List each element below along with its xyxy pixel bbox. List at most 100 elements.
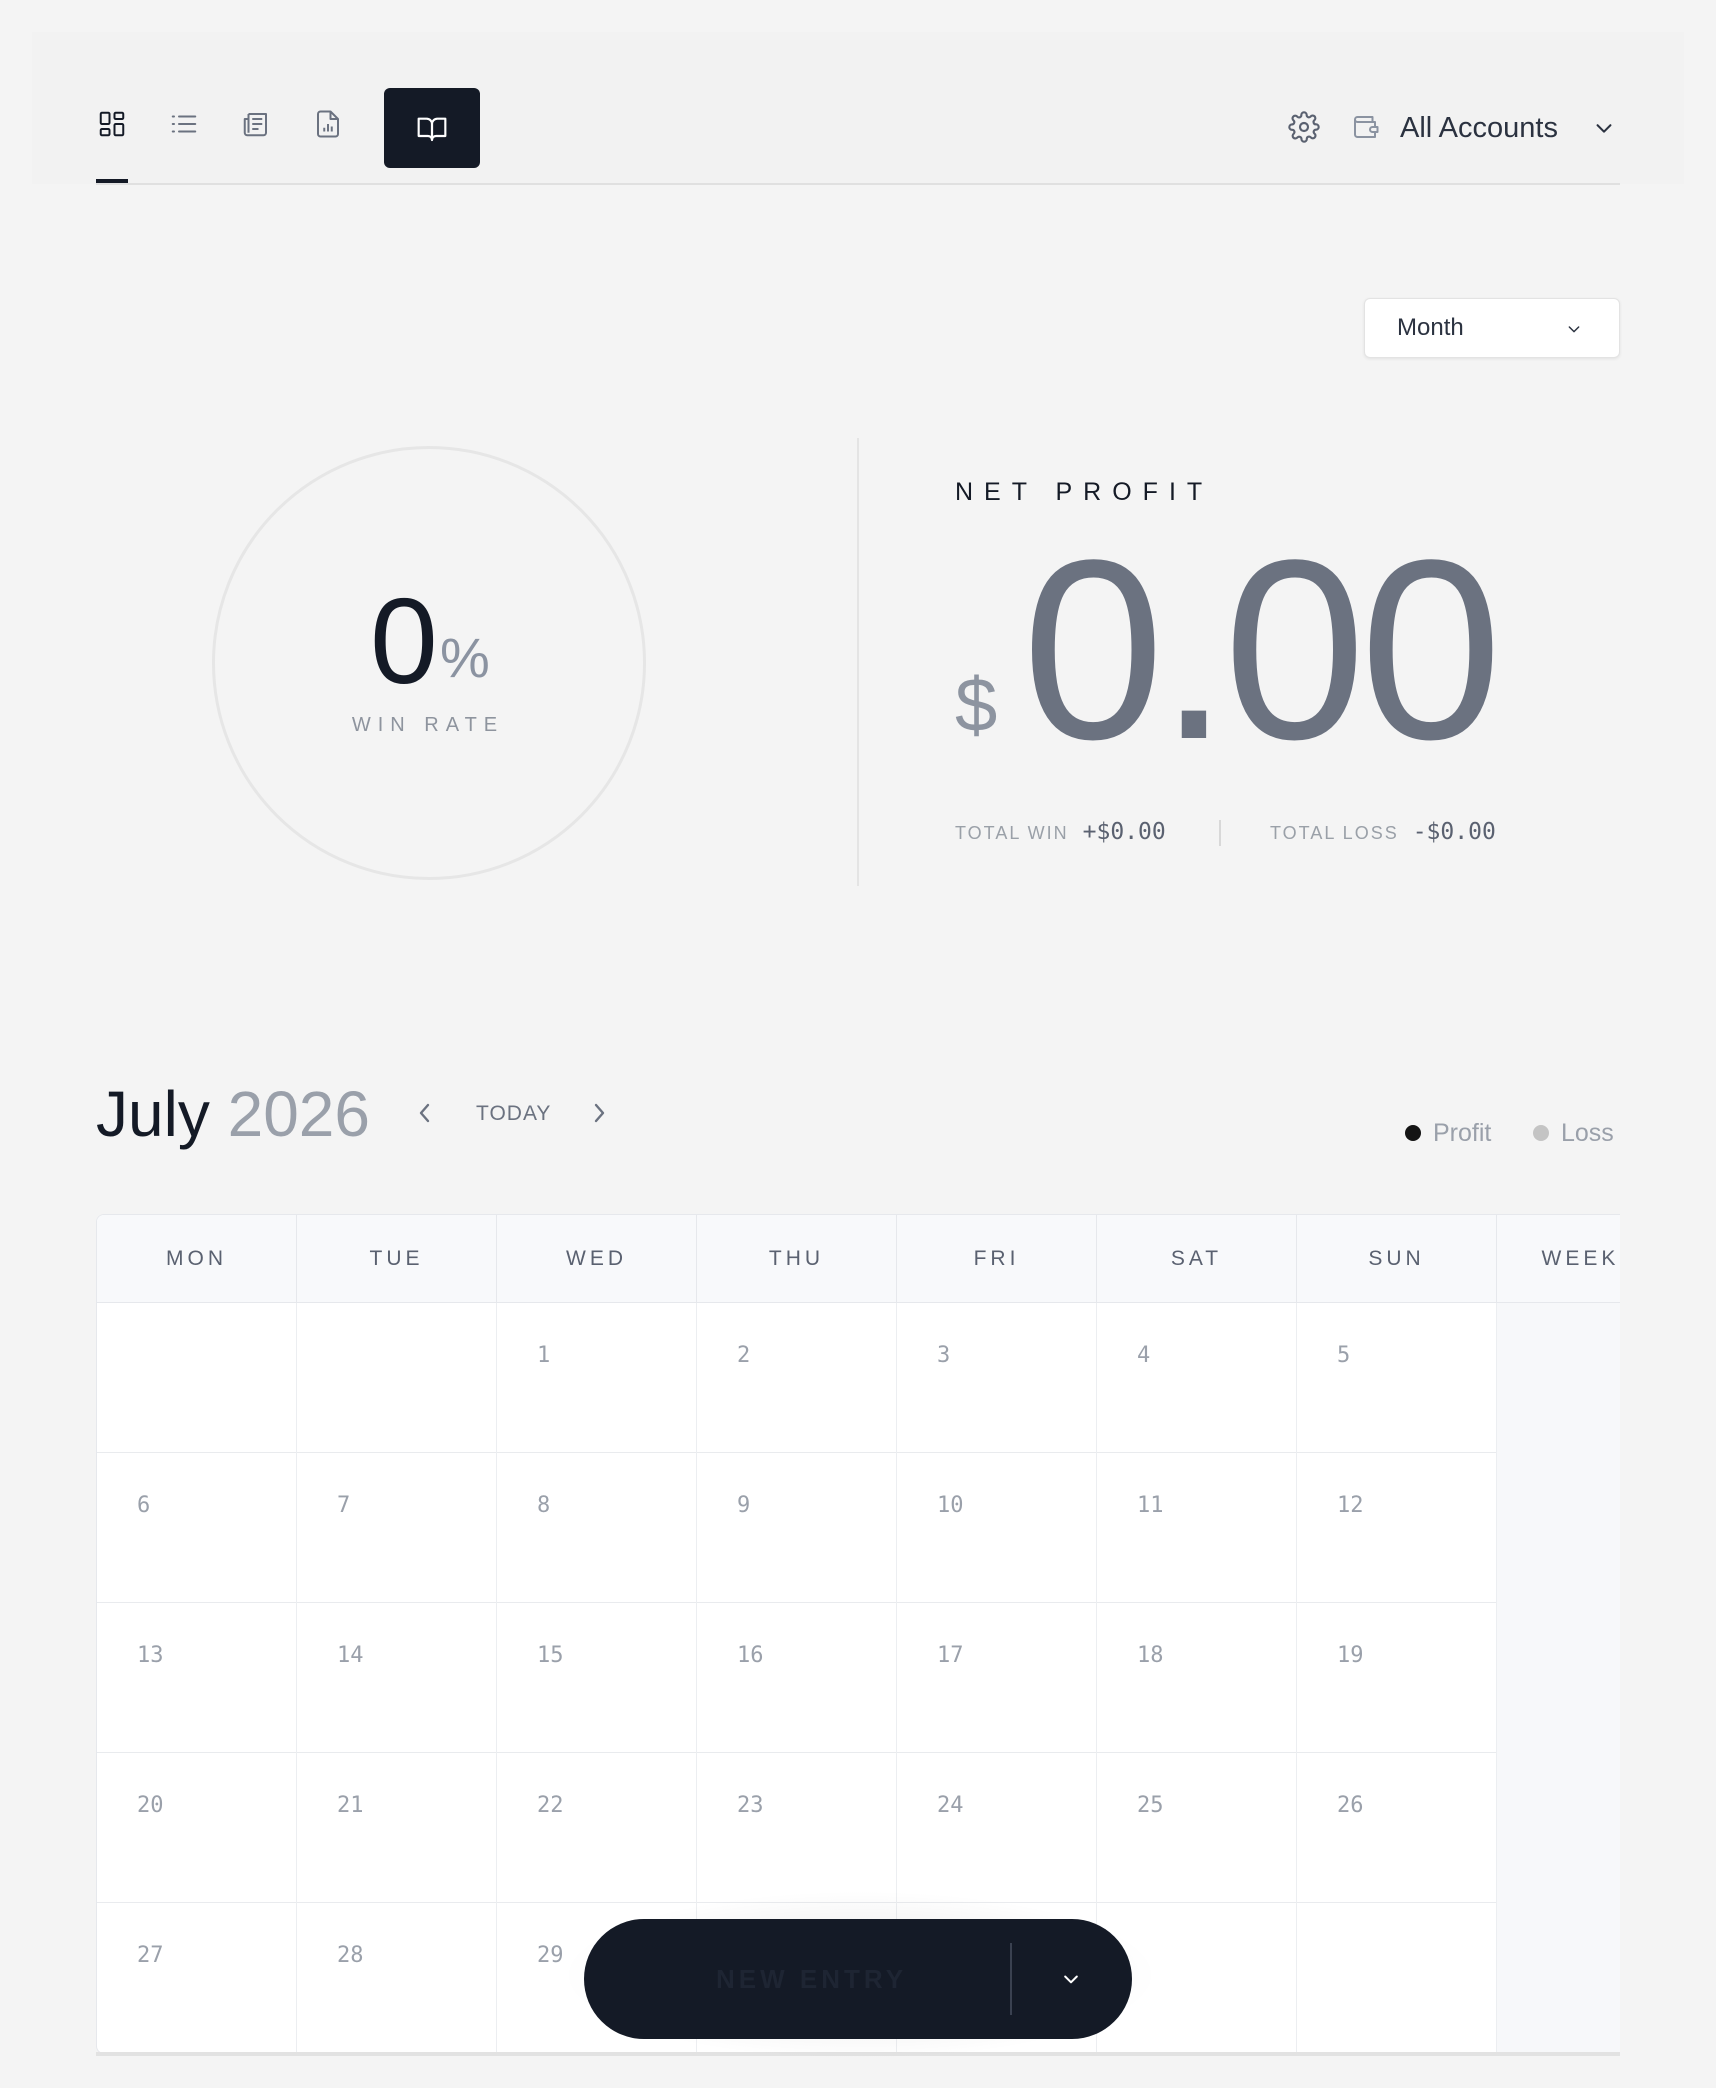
calendar-week-row: 13 14 15 16 17 18 19 [97,1603,1620,1753]
account-selector[interactable]: All Accounts [1400,110,1558,146]
net-profit-value: 0.00 [1022,507,1502,793]
legend-loss: Loss [1533,1118,1614,1148]
calendar-day-cell[interactable]: 1 [497,1303,697,1453]
calendar-day-cell[interactable] [97,1303,297,1453]
calendar-day-number: 4 [1137,1343,1151,1368]
legend-profit-label: Profit [1433,1119,1492,1147]
calendar-day-cell[interactable]: 24 [897,1753,1097,1903]
calendar-day-cell[interactable]: 2 [697,1303,897,1453]
win-rate-unit: % [440,626,490,689]
calendar-day-cell[interactable]: 17 [897,1603,1097,1753]
calendar-day-cell[interactable] [297,1303,497,1453]
chevron-right-icon[interactable] [590,1100,610,1126]
total-loss-label: TOTAL LOSS [1270,823,1399,843]
calendar-day-number: 19 [1337,1643,1364,1668]
net-profit-currency: $ [955,663,998,748]
calendar-day-number: 24 [937,1793,964,1818]
report-chart-icon[interactable] [312,107,344,141]
newspaper-icon[interactable] [240,107,272,141]
calendar-day-number: 6 [137,1493,151,1518]
calendar-day-number: 1 [537,1343,551,1368]
calendar-day-number: 8 [537,1493,551,1518]
calendar-day-cell[interactable]: 4 [1097,1303,1297,1453]
calendar-day-number: 11 [1137,1493,1164,1518]
calendar-day-number: 21 [337,1793,364,1818]
win-rate-label: WIN RATE [351,714,505,736]
calendar-day-number: 16 [737,1643,764,1668]
calendar-day-cell[interactable]: 19 [1297,1603,1497,1753]
calendar-year: 2026 [227,1078,370,1150]
new-entry-button[interactable]: NEW ENTRY [584,1919,1132,2039]
calendar-week-row: 20 21 22 23 24 25 26 [97,1753,1620,1903]
chevron-left-icon[interactable] [414,1100,434,1126]
today-button[interactable]: TODAY [476,1100,551,1128]
calendar-day-cell[interactable]: 7 [297,1453,497,1603]
calendar-day-cell[interactable]: 11 [1097,1453,1297,1603]
calendar-day-cell[interactable]: 16 [697,1603,897,1753]
fab-divider [1010,1943,1012,2015]
top-navigation-bar [32,32,1684,184]
weekday-header: TUE [297,1215,497,1303]
calendar-header-row: MON TUE WED THU FRI SAT SUN WEEKLY [97,1215,1620,1303]
calendar-day-cell[interactable]: 21 [297,1753,497,1903]
calendar-day-cell[interactable] [1297,1903,1497,2053]
calendar-title: July 2026 [96,1078,370,1150]
weekly-header: WEEKLY [1497,1215,1620,1303]
calendar-day-cell[interactable]: 28 [297,1903,497,2053]
calendar-day-cell[interactable]: 14 [297,1603,497,1753]
chevron-down-icon[interactable] [1592,117,1616,139]
weekday-header: MON [97,1215,297,1303]
calendar-day-number: 23 [737,1793,764,1818]
calendar-day-number: 5 [1337,1343,1351,1368]
calendar-day-cell[interactable]: 12 [1297,1453,1497,1603]
calendar-day-cell[interactable]: 3 [897,1303,1097,1453]
calendar-day-cell[interactable]: 18 [1097,1603,1297,1753]
weekly-summary-cell [1497,1303,1620,1453]
dashboard-grid-icon[interactable] [96,107,128,141]
calendar-day-number: 26 [1337,1793,1364,1818]
net-profit-title: NET PROFIT [955,478,1214,506]
calendar-day-cell[interactable]: 6 [97,1453,297,1603]
calendar-day-cell[interactable]: 22 [497,1753,697,1903]
calendar-day-number: 2 [737,1343,751,1368]
win-rate-value: 0 [370,573,438,709]
new-entry-label: NEW ENTRY [716,1964,908,1994]
chevron-down-icon[interactable] [1060,1969,1082,1989]
period-select[interactable]: Month [1364,298,1620,358]
summary-divider [857,438,859,886]
calendar-day-cell[interactable]: 15 [497,1603,697,1753]
totals-separator [1219,820,1221,846]
calendar-day-cell[interactable]: 20 [97,1753,297,1903]
calendar-day-number: 7 [337,1493,351,1518]
total-loss: TOTAL LOSS -$0.00 [1270,818,1496,849]
legend-loss-label: Loss [1561,1119,1614,1147]
journal-button[interactable] [384,88,480,168]
calendar-month: July [96,1078,210,1150]
list-icon[interactable] [168,107,200,141]
weekday-header: WED [497,1215,697,1303]
calendar-day-cell[interactable]: 23 [697,1753,897,1903]
chevron-down-icon [1568,326,1580,333]
calendar-day-cell[interactable]: 27 [97,1903,297,2053]
nav-divider [96,183,1620,185]
calendar-day-number: 22 [537,1793,564,1818]
calendar-day-cell[interactable]: 5 [1297,1303,1497,1453]
calendar-day-cell[interactable]: 25 [1097,1753,1297,1903]
calendar-day-cell[interactable]: 26 [1297,1753,1497,1903]
wallet-icon [1354,116,1379,138]
calendar-day-number: 14 [337,1643,364,1668]
calendar-day-cell[interactable]: 9 [697,1453,897,1603]
calendar-day-number: 25 [1137,1793,1164,1818]
gear-icon[interactable] [1288,111,1320,143]
total-win-value: +$0.00 [1082,819,1166,845]
calendar-day-cell[interactable]: 13 [97,1603,297,1753]
calendar-day-cell[interactable]: 10 [897,1453,1097,1603]
weekday-header: SUN [1297,1215,1497,1303]
calendar-day-number: 12 [1337,1493,1364,1518]
calendar-day-cell[interactable]: 8 [497,1453,697,1603]
weekly-summary-cell [1497,1903,1620,2053]
legend-profit: Profit [1405,1118,1491,1148]
calendar-week-row: 1 2 3 4 5 [97,1303,1620,1453]
calendar-day-number: 27 [137,1943,164,1968]
calendar-day-number: 18 [1137,1643,1164,1668]
